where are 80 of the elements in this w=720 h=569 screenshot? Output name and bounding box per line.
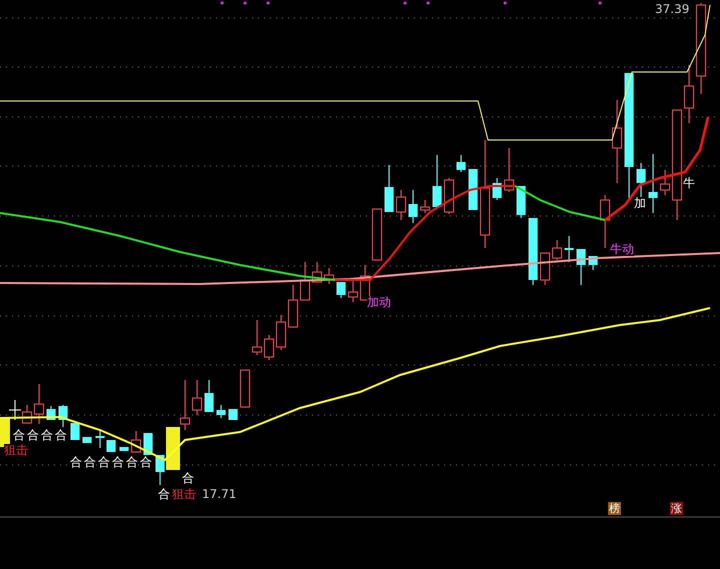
candlestick [384, 164, 394, 212]
candlestick [540, 252, 550, 286]
signal-label: 牛 [683, 177, 695, 190]
signal-label: 合 [126, 456, 138, 469]
candlestick [372, 208, 382, 260]
candlestick [588, 256, 598, 270]
signal-label: 合 [182, 472, 194, 485]
signal-label: 合 [112, 456, 124, 469]
candlestick [444, 178, 454, 214]
candlestick [660, 170, 670, 196]
signal-label: 合 [70, 456, 82, 469]
candlestick [684, 64, 694, 124]
price-label: 17.71 [202, 487, 236, 501]
candlestick [82, 436, 92, 444]
signal-label: 合 [140, 456, 152, 469]
marker-dot [244, 2, 246, 4]
candlestick [120, 446, 128, 452]
signal-label: 合 [158, 488, 170, 501]
signal-label: 狙击 [172, 488, 196, 501]
signal-label: 合 [55, 429, 67, 442]
doji-candle [8, 400, 22, 420]
candlestick [552, 240, 562, 260]
candlestick [420, 200, 430, 214]
marker-dot [220, 2, 224, 4]
candlestick [300, 262, 310, 300]
candlestick [324, 268, 334, 284]
marker-dot [426, 2, 430, 4]
marker-dot [504, 2, 506, 4]
signal-label: 合 [98, 456, 110, 469]
price-label: 37.39 [655, 2, 690, 16]
candlestick [34, 384, 44, 424]
signal-label: 加动 [367, 296, 391, 309]
candlestick [288, 284, 298, 328]
candlestick [312, 262, 322, 282]
candlestick [396, 190, 406, 220]
candlestick [576, 248, 586, 286]
signal-label: 牛动 [610, 243, 634, 256]
marker-dot [404, 2, 406, 4]
signal-label: 加 [634, 197, 646, 210]
candlestick [70, 422, 80, 440]
candlestick [432, 154, 442, 208]
signal-label: 合 [41, 429, 53, 442]
marker-dot [598, 2, 602, 4]
candlestick [408, 190, 418, 224]
candlestick [106, 440, 116, 452]
candlestick [336, 282, 346, 298]
candlestick [492, 178, 502, 200]
candlestick [516, 186, 526, 218]
signal-label: 合 [13, 429, 25, 442]
signal-label: 合 [27, 429, 39, 442]
candlestick [648, 154, 658, 214]
candlestick [216, 404, 226, 418]
candlestick [96, 430, 104, 448]
candlestick [156, 454, 164, 486]
signal-label: 合 [84, 456, 96, 469]
candlestick [131, 430, 141, 452]
candlestick [456, 154, 466, 172]
candlestick [468, 168, 478, 210]
candlestick [504, 148, 514, 192]
signal-label: 狙击 [4, 444, 28, 457]
candlestick [204, 380, 214, 412]
signal-bar [166, 427, 180, 470]
signal-bar [0, 418, 10, 447]
candlestick [348, 280, 358, 302]
candlestick [22, 404, 32, 424]
candlestick [192, 380, 202, 416]
candlestick [58, 404, 68, 428]
candlestick [564, 236, 574, 262]
candlestick [528, 218, 538, 286]
candlestick [600, 194, 610, 248]
candlestick [264, 334, 274, 360]
candlestick [276, 314, 286, 350]
marker-dot [266, 2, 270, 4]
candlestick [144, 432, 152, 456]
candlestick [240, 370, 250, 408]
candlestick [228, 408, 238, 420]
candlestick [180, 380, 190, 430]
tag-label: 榜 [608, 502, 621, 515]
tag-label: 涨 [670, 502, 683, 515]
candlestick [252, 320, 262, 356]
